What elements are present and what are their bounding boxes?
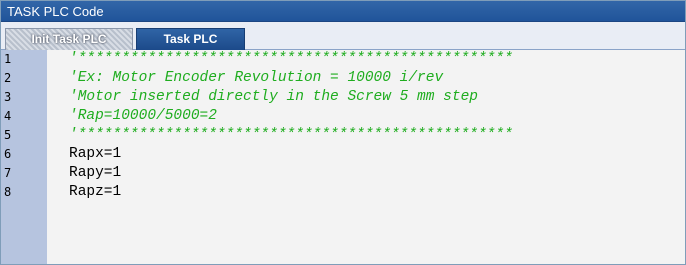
code-comment: '***************************************… xyxy=(69,51,513,67)
line-number: 6 xyxy=(4,147,12,161)
code-comment: '***************************************… xyxy=(69,127,513,143)
code-comment: 'Motor inserted directly in the Screw 5 … xyxy=(69,89,478,105)
line-number: 2 xyxy=(4,71,12,85)
line-number: 1 xyxy=(4,52,12,66)
tab-init-task-plc[interactable]: Init Task PLC xyxy=(5,28,133,50)
code-line: 6 Rapx=1 xyxy=(1,145,685,164)
line-number: 8 xyxy=(4,185,12,199)
code-statement: Rapx=1 xyxy=(69,146,122,162)
line-number: 5 xyxy=(4,128,12,142)
line-number: 7 xyxy=(4,166,12,180)
code-statement: Rapz=1 xyxy=(69,184,122,200)
code-line: 7 Rapy=1 xyxy=(1,164,685,183)
code-line: 4 'Rap=10000/5000=2 xyxy=(1,107,685,126)
window-title: TASK PLC Code xyxy=(1,1,685,22)
tab-strip: Init Task PLC Task PLC xyxy=(1,22,685,50)
code-line: 8 Rapz=1 xyxy=(1,183,685,202)
code-comment: 'Rap=10000/5000=2 xyxy=(69,108,217,124)
tab-task-plc[interactable]: Task PLC xyxy=(136,28,245,50)
code-line: 1 '*************************************… xyxy=(1,50,685,69)
code-comment: 'Ex: Motor Encoder Revolution = 10000 i/… xyxy=(69,70,444,86)
code-line: 2 'Ex: Motor Encoder Revolution = 10000 … xyxy=(1,69,685,88)
code-line: 3 'Motor inserted directly in the Screw … xyxy=(1,88,685,107)
line-number: 4 xyxy=(4,109,12,123)
code-statement: Rapy=1 xyxy=(69,165,122,181)
code-line: 5 '*************************************… xyxy=(1,126,685,145)
line-number: 3 xyxy=(4,90,12,104)
task-plc-code-window: TASK PLC Code Init Task PLC Task PLC 1 '… xyxy=(0,0,686,265)
code-editor[interactable]: 1 '*************************************… xyxy=(1,50,685,264)
